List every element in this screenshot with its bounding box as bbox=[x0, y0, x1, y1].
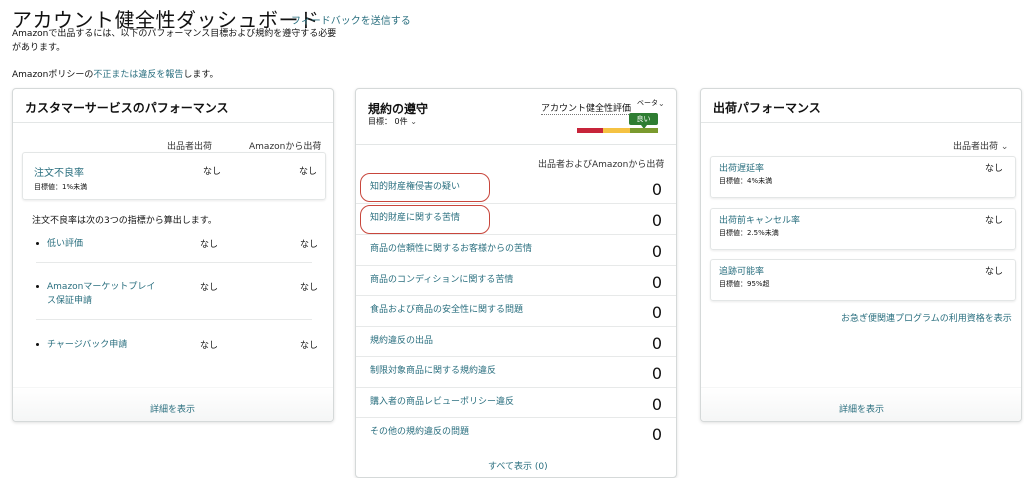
rating-badge: 良い bbox=[629, 113, 658, 129]
odr-note: 注文不良率は次の3つの指標から算出します。 bbox=[32, 216, 217, 226]
odr-amazon-value: なし bbox=[299, 167, 318, 177]
list-item: 追跡可能率 目標値：95%超 なし bbox=[710, 259, 1016, 301]
shipping-selector-label: 出品者出荷 bbox=[953, 142, 999, 152]
compliance-col-header: 出品者およびAmazonから出荷 bbox=[538, 160, 665, 170]
rating-bar-yellow bbox=[603, 128, 630, 133]
listing-violation-link[interactable]: 規約違反の出品 bbox=[370, 333, 433, 346]
row-count: 0 bbox=[651, 425, 662, 444]
compliance-card: 規約の遵守 目標： 0件 ⌄ アカウント健全性評価 ベータ ⌄ 良い 出品者およ… bbox=[355, 88, 677, 478]
odr-seller-value: なし bbox=[203, 167, 222, 177]
metric-seller-value: なし bbox=[200, 240, 219, 250]
odr-target: 目標値：1%未満 bbox=[34, 183, 88, 191]
row-count: 0 bbox=[651, 395, 662, 414]
row-count: 0 bbox=[651, 273, 662, 292]
table-row: その他の規約違反の問題 0 bbox=[356, 417, 676, 447]
a-to-z-claim-link[interactable]: Amazonマーケットプレイス保証申請 bbox=[47, 280, 157, 308]
negative-feedback-link[interactable]: 低い評価 bbox=[47, 237, 157, 251]
bullet-icon bbox=[36, 285, 39, 288]
metric-seller-value: なし bbox=[200, 283, 219, 293]
chargeback-claim-link[interactable]: チャージバック申請 bbox=[47, 338, 157, 352]
compliance-target: 目標： 0件 bbox=[368, 117, 408, 126]
highlight-annotation bbox=[360, 205, 490, 234]
metric-value: なし bbox=[984, 216, 1003, 226]
metric-value: なし bbox=[984, 164, 1003, 174]
row-count: 0 bbox=[651, 334, 662, 353]
feedback-link[interactable]: フィードバックを送信する bbox=[291, 12, 411, 27]
row-count: 0 bbox=[651, 211, 662, 230]
divider bbox=[36, 262, 312, 263]
metric-value: なし bbox=[984, 267, 1003, 277]
chevron-down-icon: ⌄ bbox=[410, 117, 417, 126]
beta-badge: ベータ bbox=[637, 99, 658, 107]
restricted-product-link[interactable]: 制限対象商品に関する規約違反 bbox=[370, 363, 496, 376]
review-policy-link[interactable]: 購入者の商品レビューポリシー違反 bbox=[370, 394, 514, 407]
row-count: 0 bbox=[651, 180, 662, 199]
odr-box: 注文不良率 目標値：1%未満 なし なし bbox=[22, 152, 326, 200]
highlight-annotation bbox=[360, 173, 490, 202]
metric-target: 目標値：95%超 bbox=[719, 280, 770, 288]
shipping-details-link[interactable]: 詳細を表示 bbox=[839, 402, 884, 415]
shipping-title: 出荷パフォーマンス bbox=[701, 89, 1021, 123]
table-row: 購入者の商品レビューポリシー違反 0 bbox=[356, 387, 676, 417]
policy-text: Amazonポリシーの不正または違反を報告します。 bbox=[12, 67, 219, 80]
cs-details-link[interactable]: 詳細を表示 bbox=[150, 402, 195, 415]
policy-suffix: します。 bbox=[183, 70, 219, 80]
table-row: 食品および商品の安全性に関する問題 0 bbox=[356, 295, 676, 325]
prime-eligibility-link[interactable]: お急ぎ便関連プログラムの利用資格を表示 bbox=[841, 311, 1012, 324]
divider bbox=[36, 319, 312, 320]
condition-complaint-link[interactable]: 商品のコンディションに関する苦情 bbox=[370, 272, 513, 285]
table-row: 商品のコンディションに関する苦情 0 bbox=[356, 265, 676, 295]
metric-amazon-value: なし bbox=[300, 240, 319, 250]
shipping-card: 出荷パフォーマンス 出品者出荷 ⌄ 出荷遅延率 目標値：4%未満 なし 出荷前キ… bbox=[700, 88, 1022, 422]
compliance-title: 規約の遵守 bbox=[368, 102, 429, 116]
col-header-amazon: Amazonから出荷 bbox=[249, 142, 322, 152]
health-rating-label[interactable]: アカウント健全性評価 bbox=[541, 101, 632, 115]
bullet-icon bbox=[36, 343, 39, 346]
pre-cancel-link[interactable]: 出荷前キャンセル率 bbox=[719, 213, 800, 226]
customer-service-title: カスタマーサービスのパフォーマンス bbox=[13, 89, 333, 123]
other-violation-link[interactable]: その他の規約違反の問題 bbox=[370, 424, 469, 437]
compliance-target-dropdown[interactable]: 目標： 0件 ⌄ bbox=[368, 116, 417, 127]
customer-service-card: カスタマーサービスのパフォーマンス 出品者出荷 Amazonから出荷 注文不良率… bbox=[12, 88, 334, 422]
list-item: 出荷遅延率 目標値：4%未満 なし bbox=[710, 156, 1016, 198]
list-item: 出荷前キャンセル率 目標値：2.5%未満 なし bbox=[710, 208, 1016, 250]
report-violation-link[interactable]: 不正または違反を報告 bbox=[93, 70, 183, 80]
authenticity-complaint-link[interactable]: 商品の信頼性に関するお客様からの苦情 bbox=[370, 241, 532, 254]
compliance-header: 規約の遵守 目標： 0件 ⌄ アカウント健全性評価 ベータ ⌄ 良い bbox=[356, 89, 676, 145]
valid-tracking-link[interactable]: 追跡可能率 bbox=[719, 264, 764, 277]
view-all-link[interactable]: すべて表示 (0) bbox=[488, 459, 548, 472]
metric-seller-value: なし bbox=[200, 341, 219, 351]
bullet-icon bbox=[36, 242, 39, 245]
row-count: 0 bbox=[651, 242, 662, 261]
rating-bar-green bbox=[630, 128, 658, 133]
odr-link[interactable]: 注文不良率 bbox=[34, 164, 84, 179]
row-count: 0 bbox=[651, 303, 662, 322]
late-shipment-link[interactable]: 出荷遅延率 bbox=[719, 161, 764, 174]
chevron-down-icon: ⌄ bbox=[1000, 142, 1009, 152]
col-header-seller: 出品者出荷 bbox=[167, 142, 213, 152]
table-row: 商品の信頼性に関するお客様からの苦情 0 bbox=[356, 234, 676, 264]
row-count: 0 bbox=[651, 364, 662, 383]
safety-issue-link[interactable]: 食品および商品の安全性に関する問題 bbox=[370, 302, 523, 315]
metric-amazon-value: なし bbox=[300, 341, 319, 351]
chevron-down-icon[interactable]: ⌄ bbox=[658, 99, 665, 108]
metric-target: 目標値：4%未満 bbox=[719, 177, 773, 185]
metric-target: 目標値：2.5%未満 bbox=[719, 229, 779, 237]
shipping-selector[interactable]: 出品者出荷 ⌄ bbox=[953, 139, 1008, 152]
policy-prefix: Amazonポリシーの bbox=[12, 70, 94, 80]
metric-amazon-value: なし bbox=[300, 283, 319, 293]
table-row: 制限対象商品に関する規約違反 0 bbox=[356, 356, 676, 386]
intro-text: Amazonで出品するには、以下のパフォーマンス目標および規約を遵守する必要があ… bbox=[12, 29, 337, 53]
rating-bar-red bbox=[577, 128, 603, 133]
table-row: 規約違反の出品 0 bbox=[356, 326, 676, 356]
